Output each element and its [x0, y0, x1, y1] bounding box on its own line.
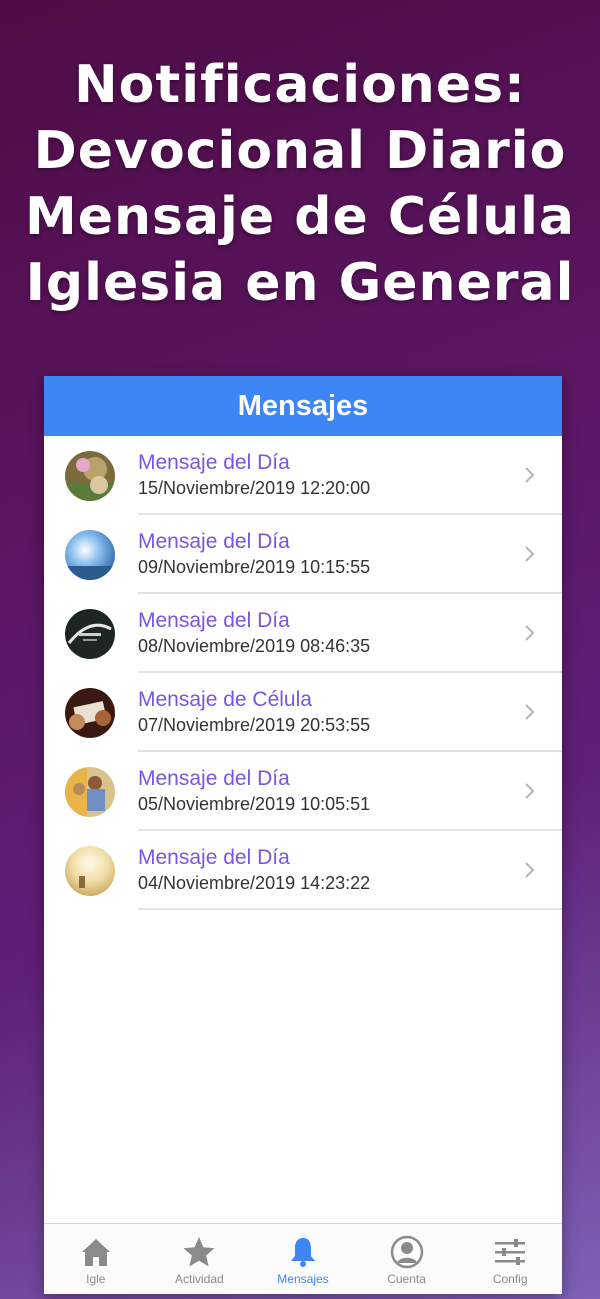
message-date: 05/Noviembre/2019 10:05:51 [138, 794, 371, 814]
headline-line-1: Notificaciones: [74, 55, 526, 115]
message-date: 09/Noviembre/2019 10:15:55 [138, 557, 371, 577]
tab-label: Config [492, 1272, 528, 1286]
chevron-right-icon [525, 546, 535, 562]
chevron-right-icon [525, 704, 535, 720]
hands-thumbnail [65, 687, 115, 738]
tab-label: Cuenta [387, 1272, 426, 1286]
message-title: Mensaje del Día [138, 846, 290, 869]
tab-label: Mensajes [277, 1272, 329, 1286]
message-date: 08/Noviembre/2019 08:46:35 [138, 636, 371, 656]
tab-cuenta[interactable]: Cuenta [355, 1224, 459, 1294]
message-title: Mensaje del Día [138, 530, 290, 553]
tab-mensajes[interactable]: Mensajes [251, 1224, 355, 1294]
user-icon [390, 1235, 423, 1269]
list-item[interactable]: Mensaje del Día 04/Noviembre/2019 14:23:… [44, 831, 562, 910]
headline-line-3: Mensaje de Célula [24, 187, 576, 247]
sliders-icon [495, 1239, 526, 1265]
chevron-right-icon [525, 625, 535, 641]
message-title: Mensaje del Día [138, 767, 290, 790]
chevron-right-icon [525, 862, 535, 878]
tab-bar: Igle Actividad Mensajes Cuenta Config [44, 1223, 562, 1294]
message-date: 15/Noviembre/2019 12:20:00 [138, 478, 371, 498]
navigation-bar: Mensajes [44, 376, 562, 436]
sunlight-thumbnail [65, 845, 115, 896]
dark-text-thumbnail [65, 608, 115, 659]
star-icon [183, 1237, 215, 1267]
chevron-right-icon [525, 783, 535, 799]
headline-line-4: Iglesia en General [25, 253, 575, 313]
list-item[interactable]: Mensaje del Día 05/Noviembre/2019 10:05:… [44, 752, 562, 831]
tab-igle[interactable]: Igle [44, 1224, 148, 1294]
tab-actividad[interactable]: Actividad [148, 1224, 252, 1294]
tab-label: Actividad [175, 1272, 224, 1286]
flower-thumbnail [65, 450, 115, 501]
list-item[interactable]: Mensaje del Día 08/Noviembre/2019 08:46:… [44, 594, 562, 673]
page-title: Mensajes [237, 389, 369, 422]
list-item[interactable]: Mensaje de Célula 07/Noviembre/2019 20:5… [44, 673, 562, 752]
chevron-right-icon [525, 467, 535, 483]
tab-config[interactable]: Config [458, 1224, 562, 1294]
bell-icon [290, 1238, 315, 1267]
message-date: 07/Noviembre/2019 20:53:55 [138, 715, 371, 735]
list-item[interactable]: Mensaje del Día 15/Noviembre/2019 12:20:… [44, 436, 562, 515]
messages-list: Mensaje del Día 15/Noviembre/2019 12:20:… [44, 436, 562, 910]
sky-thumbnail [65, 529, 115, 580]
message-title: Mensaje del Día [138, 451, 290, 474]
message-title: Mensaje del Día [138, 609, 290, 632]
tab-label: Igle [86, 1272, 106, 1286]
phone-screen: Mensajes Mensaje del Día 15/Noviembre/20… [44, 376, 562, 1294]
headline-line-2: Devocional Diario [33, 121, 567, 181]
message-date: 04/Noviembre/2019 14:23:22 [138, 873, 371, 893]
message-title: Mensaje de Célula [138, 688, 312, 711]
people-thumbnail [65, 766, 115, 817]
promo-headline: Notificaciones: Devocional Diario Mensaj… [0, 52, 600, 316]
home-icon [81, 1239, 110, 1266]
list-item[interactable]: Mensaje del Día 09/Noviembre/2019 10:15:… [44, 515, 562, 594]
